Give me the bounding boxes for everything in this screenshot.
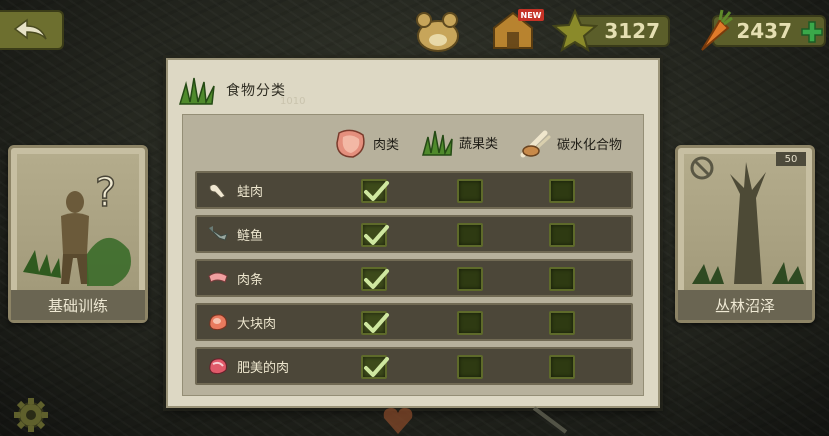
check-meat[interactable] — [361, 355, 389, 379]
check-carb[interactable] — [549, 267, 575, 291]
bottom-heart-icon — [383, 408, 413, 434]
basic-training-label: 基础训练 — [11, 290, 145, 320]
swamp-tree-icon — [690, 156, 804, 284]
meat-icon — [336, 129, 365, 158]
checkmark-icon — [364, 357, 389, 377]
new-badge: NEW — [518, 9, 544, 21]
check-carb[interactable] — [549, 311, 575, 335]
food-name: 肉条 — [237, 272, 264, 288]
gear-icon[interactable] — [12, 396, 50, 434]
food-name: 大块肉 — [237, 316, 277, 332]
panel-title: 食物分类 — [226, 83, 286, 99]
col-header-meat: 肉类 — [333, 127, 399, 159]
food-table: 肉类 蔬果类 碳水化合物 蛙肉 鲢鱼 肉条 大块肉 肥美的肉 — [182, 114, 644, 396]
fish-icon — [208, 226, 228, 241]
checkmark-icon — [364, 269, 389, 289]
col-header-carb: 碳水化合物 — [519, 127, 622, 159]
panel-header: 食物分类 — [178, 72, 286, 108]
survivor-figure-icon: ? — [23, 169, 131, 286]
frog-leg-icon — [209, 183, 226, 199]
swamp-level-badge: 50 — [776, 152, 806, 166]
bone-icon — [520, 130, 551, 158]
meat-chunk-icon — [209, 314, 227, 331]
jungle-swamp-label: 丛林沼泽 — [678, 290, 812, 320]
checkmark-icon — [364, 313, 389, 333]
col-header-meat-label: 肉类 — [373, 137, 400, 153]
check-veg[interactable] — [457, 223, 483, 247]
col-header-veg-label: 蔬果类 — [459, 136, 499, 152]
faded-number: 1010 — [280, 96, 306, 107]
check-carb[interactable] — [549, 355, 575, 379]
checkmark-icon — [364, 181, 389, 201]
star-icon — [552, 8, 598, 52]
food-row[interactable]: 大块肉 — [195, 303, 633, 341]
back-button[interactable] — [0, 10, 64, 50]
checkmark-icon — [364, 225, 389, 245]
carrot-icon — [701, 9, 733, 51]
jungle-swamp-art — [684, 154, 806, 292]
star-count: 3127 — [604, 19, 660, 43]
food-row[interactable]: 肉条 — [195, 259, 633, 297]
check-meat[interactable] — [361, 311, 389, 335]
food-row[interactable]: 鲢鱼 — [195, 215, 633, 253]
check-meat[interactable] — [361, 267, 389, 291]
check-meat[interactable] — [361, 223, 389, 247]
check-carb[interactable] — [549, 179, 575, 203]
fatty-meat-icon — [209, 358, 227, 375]
col-header-carb-label: 碳水化合物 — [557, 137, 623, 153]
food-name: 肥美的肉 — [237, 360, 290, 376]
basic-training-art: ? — [17, 154, 139, 292]
check-veg[interactable] — [457, 267, 483, 291]
check-meat[interactable] — [361, 179, 389, 203]
food-category-panel: 食物分类 1010 肉类 蔬果类 碳水化合物 蛙肉 鲢鱼 肉条 大块肉 肥美的肉 — [166, 58, 660, 408]
food-name: 鲢鱼 — [237, 228, 264, 244]
svg-text:?: ? — [95, 170, 116, 216]
carrot-count: 2437 — [736, 19, 792, 43]
check-veg[interactable] — [457, 355, 483, 379]
plus-icon[interactable] — [800, 20, 824, 44]
jungle-swamp-card[interactable]: 50 丛林沼泽 — [675, 145, 815, 323]
bear-icon[interactable] — [412, 8, 464, 54]
check-veg[interactable] — [457, 311, 483, 335]
col-header-veg: 蔬果类 — [421, 127, 498, 157]
check-veg[interactable] — [457, 179, 483, 203]
meat-strip-icon — [208, 272, 228, 283]
food-row[interactable]: 蛙肉 — [195, 171, 633, 209]
food-name: 蛙肉 — [237, 184, 264, 200]
grass-icon — [178, 77, 215, 105]
check-carb[interactable] — [549, 223, 575, 247]
basic-training-card[interactable]: ? 基础训练 — [8, 145, 148, 323]
grass-icon — [422, 130, 453, 156]
bottom-tool-icon — [532, 406, 568, 434]
back-arrow-icon — [13, 18, 47, 40]
food-row[interactable]: 肥美的肉 — [195, 347, 633, 385]
